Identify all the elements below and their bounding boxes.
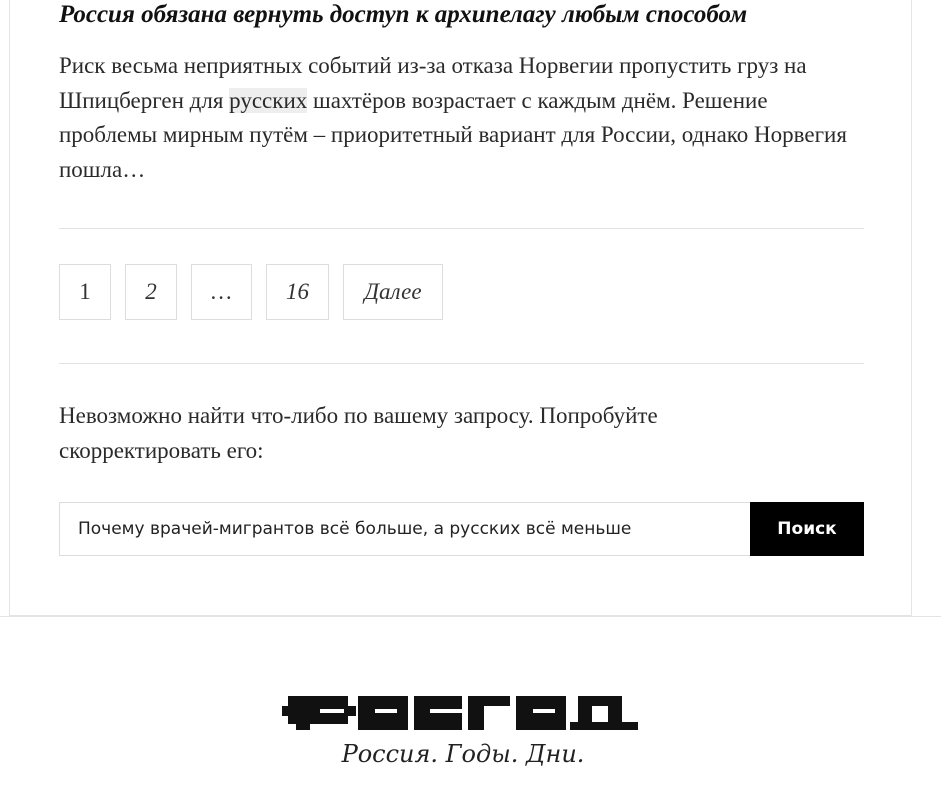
next-page-link[interactable]: Далее [343, 264, 443, 320]
divider [59, 363, 864, 364]
divider [59, 228, 864, 229]
footer-divider [0, 616, 941, 617]
logo-tagline: Россия. Годы. Дни. [341, 740, 585, 768]
page-1-current: 1 [59, 264, 111, 320]
page-2-link[interactable]: 2 [125, 264, 177, 320]
search-button[interactable]: Поиск [750, 502, 864, 556]
search-term-highlight: русских [229, 87, 308, 113]
pagination-ellipsis: … [191, 264, 252, 320]
search-input[interactable] [59, 502, 750, 556]
page-16-link[interactable]: 16 [266, 264, 329, 320]
article-title-link[interactable]: Россия обязана вернуть доступ к архипела… [59, 0, 879, 30]
article-excerpt: Риск весьма неприятных событий из-за отк… [59, 49, 869, 187]
no-results-message: Невозможно найти что-либо по вашему запр… [59, 403, 658, 463]
site-logo[interactable]: Россия. Годы. Дни. [278, 690, 648, 780]
pagination: 1 2 … 16 Далее [59, 264, 443, 320]
